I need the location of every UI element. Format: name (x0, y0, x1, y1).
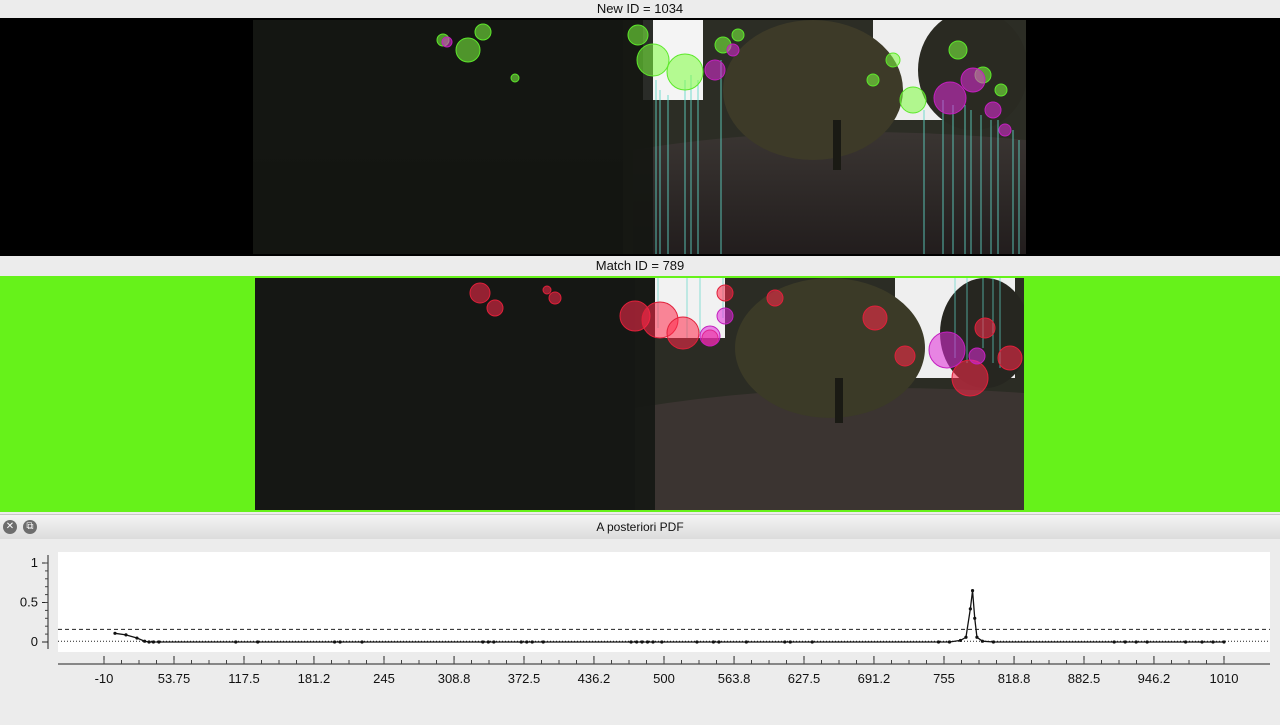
pdf-data-point (332, 640, 337, 644)
x-tick-label: 500 (653, 671, 675, 686)
pdf-data-point (113, 631, 117, 635)
x-tick-label: 946.2 (1138, 671, 1171, 686)
x-tick-label: 308.8 (438, 671, 471, 686)
pdf-data-point (525, 640, 529, 644)
new-id-title: New ID = 1034 (596, 1, 684, 16)
pdf-data-point (947, 640, 952, 644)
pdf-data-point (1123, 640, 1127, 644)
x-tick-label: 181.2 (298, 671, 331, 686)
x-tick-label: 818.8 (998, 671, 1031, 686)
pdf-data-point (788, 640, 792, 644)
pdf-data-point (991, 640, 996, 644)
match-image-view (0, 276, 1280, 512)
pdf-data-point (1211, 640, 1215, 644)
plot-background (58, 552, 1270, 652)
x-tick-label: 245 (373, 671, 395, 686)
pdf-data-point (744, 640, 748, 644)
pdf-data-point (1200, 640, 1204, 644)
pdf-data-point (711, 640, 716, 644)
x-tick-label: 563.8 (718, 671, 751, 686)
pdf-data-point (135, 636, 139, 640)
pdf-data-point (1112, 640, 1116, 644)
match-image (255, 278, 1024, 510)
pdf-data-point (964, 635, 968, 639)
pdf-data-point (783, 640, 787, 644)
x-tick-label: 691.2 (858, 671, 891, 686)
pdf-data-point (124, 633, 128, 637)
pdf-data-point (492, 640, 496, 644)
x-tick-label: 372.5 (508, 671, 541, 686)
pdf-data-point (968, 607, 972, 611)
new-image (253, 20, 1026, 254)
pdf-chart: 0 0.5 1 -10 53.75 117.5 181.2 245 308.8 372.5 436.… (20, 552, 1270, 686)
pdf-data-point (530, 640, 534, 644)
new-image-view (0, 18, 1280, 256)
pdf-data-point (980, 639, 985, 643)
pdf-data-point (640, 640, 644, 644)
pdf-data-point (645, 640, 650, 644)
pdf-data-point (157, 640, 161, 644)
x-tick-label: 882.5 (1068, 671, 1101, 686)
pdf-data-point (936, 640, 941, 644)
pdf-data-point (481, 640, 485, 644)
pdf-window-title: A posteriori PDF (596, 520, 684, 534)
x-tick-label: 627.5 (788, 671, 821, 686)
y-tick-label: 0.5 (20, 595, 38, 610)
pdf-data-point (634, 640, 639, 644)
pdf-data-point (1222, 640, 1226, 644)
pdf-data-point (651, 640, 655, 644)
pdf-data-point (975, 635, 979, 639)
y-tick-label: 1 (31, 555, 38, 570)
pdf-data-point (147, 640, 151, 644)
pdf-data-point (629, 640, 633, 644)
match-id-title: Match ID = 789 (595, 258, 685, 273)
x-tick-label: 755 (933, 671, 955, 686)
x-tick-label: 53.75 (158, 671, 191, 686)
y-tick-label: 0 (31, 634, 38, 649)
pdf-data-point (486, 640, 490, 644)
pdf-data-point (1134, 640, 1138, 644)
pdf-data-point (958, 638, 963, 643)
pdf-window-titlebar: ✕ ⧉ A posteriori PDF (0, 514, 1280, 540)
pdf-data-point (695, 640, 699, 644)
pdf-data-point (338, 640, 342, 644)
pdf-data-point (541, 640, 545, 644)
pdf-data-point (973, 616, 977, 620)
x-tick-label: 117.5 (228, 671, 260, 686)
pdf-data-point (1145, 640, 1149, 644)
pdf-data-point (970, 589, 975, 593)
pdf-plot: 0 0.5 1 -10 53.75 117.5 181.2 245 308.8 372.5 436.… (0, 539, 1280, 720)
pdf-data-point (519, 640, 523, 644)
pdf-data-point (1183, 640, 1188, 644)
pdf-data-point (717, 640, 721, 644)
pdf-data-point (360, 640, 364, 644)
x-tick-label: -10 (95, 671, 114, 686)
pdf-data-point (143, 639, 147, 643)
x-tick-label: 436.2 (578, 671, 611, 686)
pdf-data-point (660, 640, 664, 644)
x-tick-label: 1010 (1210, 671, 1239, 686)
pdf-data-point (256, 640, 260, 644)
pdf-data-point (234, 640, 238, 644)
pdf-data-point (151, 640, 156, 644)
pdf-data-point (810, 640, 814, 644)
